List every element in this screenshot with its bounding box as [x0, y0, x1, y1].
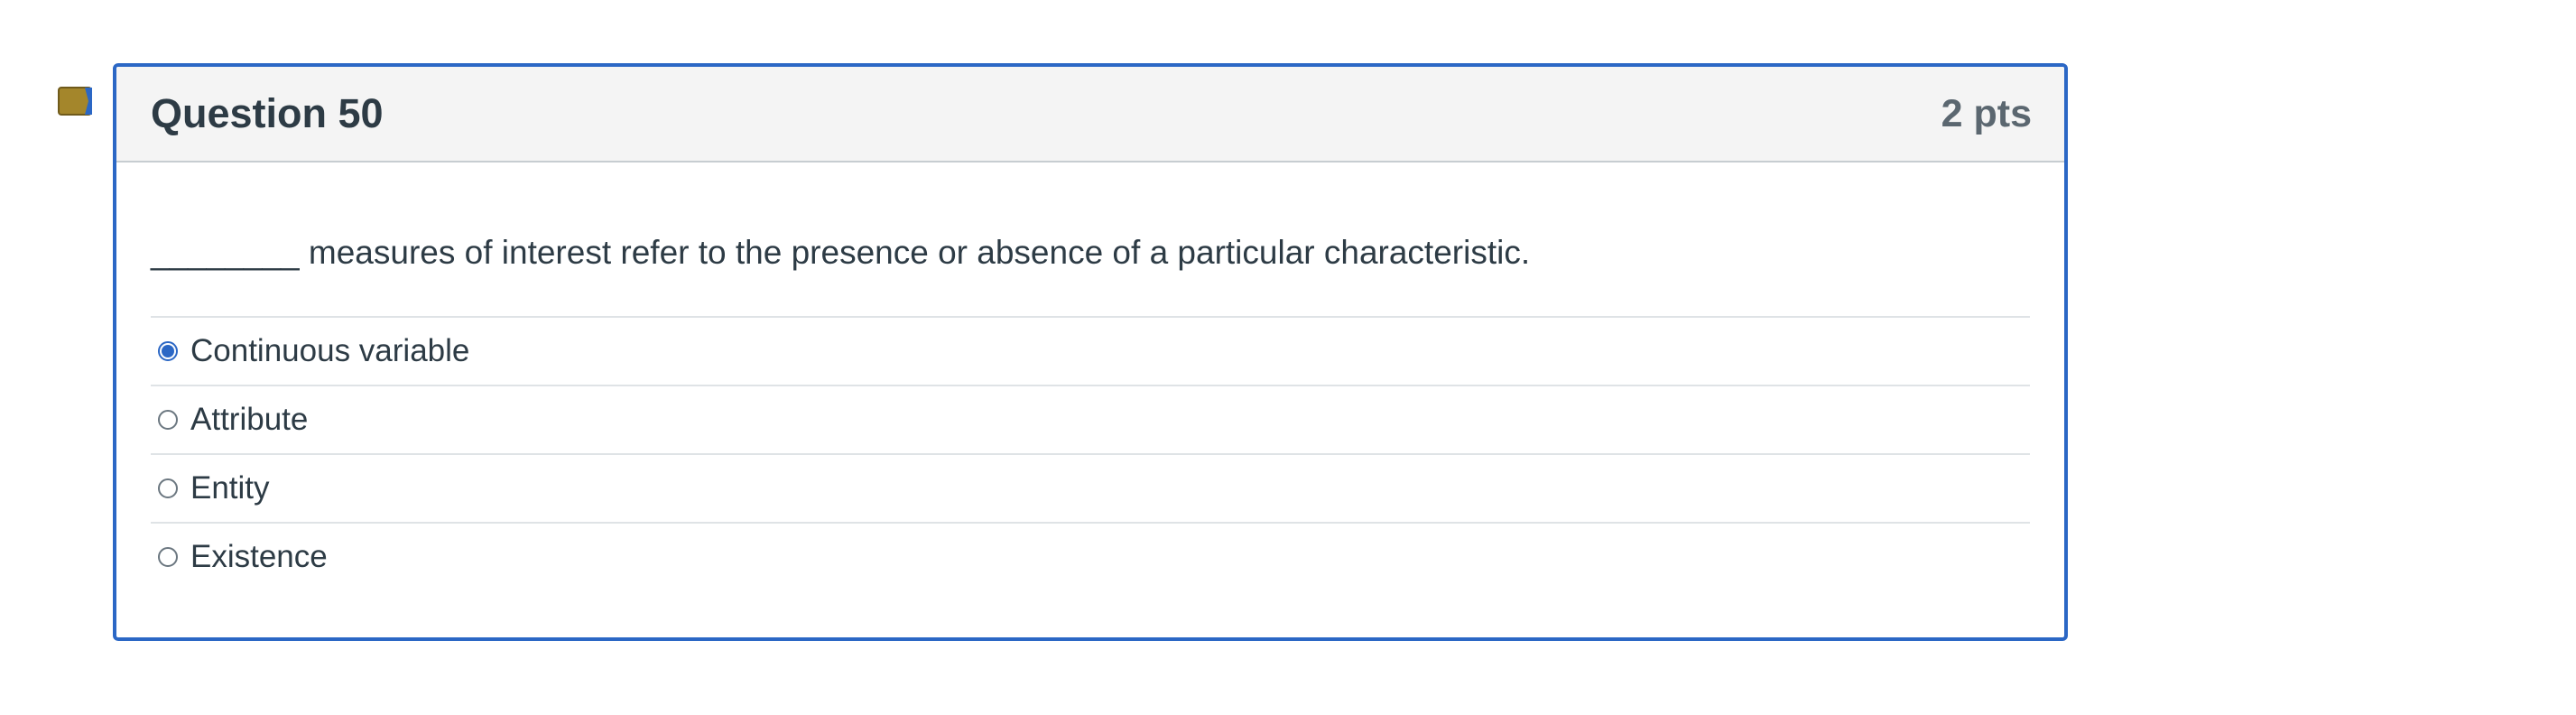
answer-label: Attribute — [190, 402, 309, 437]
answer-label: Entity — [190, 470, 270, 506]
answer-option-attribute[interactable]: Attribute — [151, 385, 2030, 453]
radio-button[interactable] — [158, 547, 178, 567]
radio-button-selected[interactable] — [158, 341, 178, 361]
question-title: Question 50 — [151, 90, 384, 136]
question-body: ________ measures of interest refer to t… — [116, 233, 2064, 590]
question-text: ________ measures of interest refer to t… — [151, 234, 1531, 271]
answer-option-entity[interactable]: Entity — [151, 453, 2030, 522]
answer-option-continuous-variable[interactable]: Continuous variable — [151, 316, 2030, 385]
question-header: Question 50 2 pts — [116, 67, 2064, 162]
radio-button[interactable] — [158, 410, 178, 430]
question-points: 2 pts — [1941, 91, 2032, 135]
question-card: Question 50 2 pts ________ measures of i… — [113, 63, 2068, 641]
radio-button[interactable] — [158, 478, 178, 498]
flag-question-icon[interactable] — [58, 87, 94, 117]
answer-option-existence[interactable]: Existence — [151, 522, 2030, 590]
answer-label: Continuous variable — [190, 333, 470, 368]
answer-list: Continuous variable Attribute Entity Exi… — [151, 316, 2030, 590]
answer-label: Existence — [190, 539, 328, 574]
